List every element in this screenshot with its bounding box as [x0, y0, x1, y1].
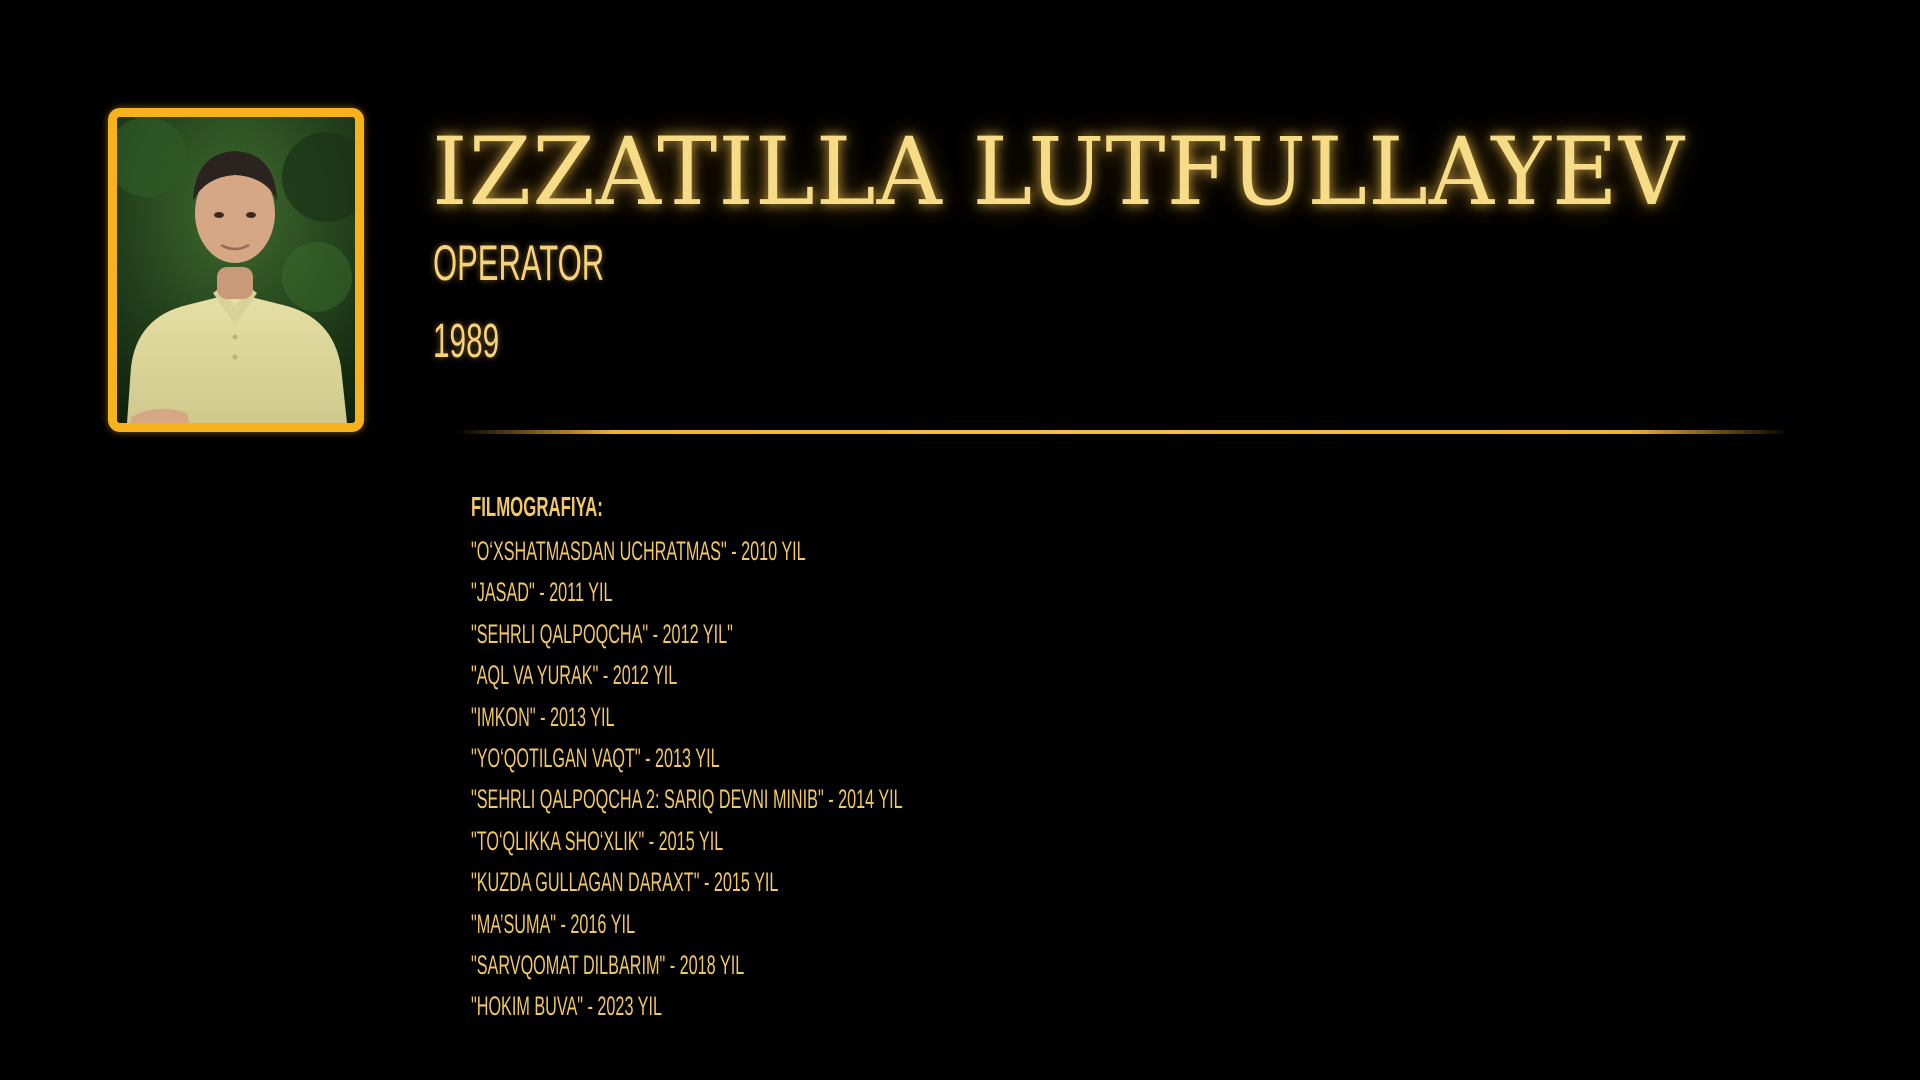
person-role: OPERATOR [433, 235, 605, 291]
film-item: "TO‘QLIKKA SHO‘XLIK" - 2015 YIL [471, 825, 724, 856]
profile-page: IZZATILLA LUTFULLAYEV OPERATOR 1989 FILM… [0, 0, 1920, 1080]
portrait-photo [108, 108, 364, 432]
film-item: "IMKON" - 2013 YIL [471, 701, 615, 732]
birth-year: 1989 [433, 315, 500, 368]
film-item: "YO‘QOTILGAN VAQT" - 2013 YIL [471, 742, 720, 773]
filmography-heading: FILMOGRAFIYA: [471, 491, 603, 522]
person-name: IZZATILLA LUTFULLAYEV [432, 118, 1685, 227]
filmography-section: FILMOGRAFIYA: "O‘XSHATMASDAN UCHRATMAS" … [471, 490, 1190, 1028]
film-item: "JASAD" - 2011 YIL [471, 577, 613, 608]
film-item: "SEHRLI QALPOQCHA 2: SARIQ DEVNI MINIB" … [471, 784, 903, 815]
film-item: "HOKIM BUVA" - 2023 YIL [471, 991, 662, 1022]
film-item: "SARVQOMAT DILBARIM" - 2018 YIL [471, 949, 745, 980]
filmography-list: "O‘XSHATMASDAN UCHRATMAS" - 2010 YIL "JA… [471, 531, 1190, 1028]
section-divider [455, 430, 1790, 434]
film-item: "KUZDA GULLAGAN DARAXT" - 2015 YIL [471, 867, 779, 898]
film-item: "SEHRLI QALPOQCHA" - 2012 YIL" [471, 618, 733, 649]
portrait-image [117, 117, 355, 423]
film-item: "MA’SUMA" - 2016 YIL [471, 908, 635, 939]
film-item: "O‘XSHATMASDAN UCHRATMAS" - 2010 YIL [471, 536, 806, 566]
film-item: "AQL VA YURAK" - 2012 YIL [471, 660, 678, 691]
